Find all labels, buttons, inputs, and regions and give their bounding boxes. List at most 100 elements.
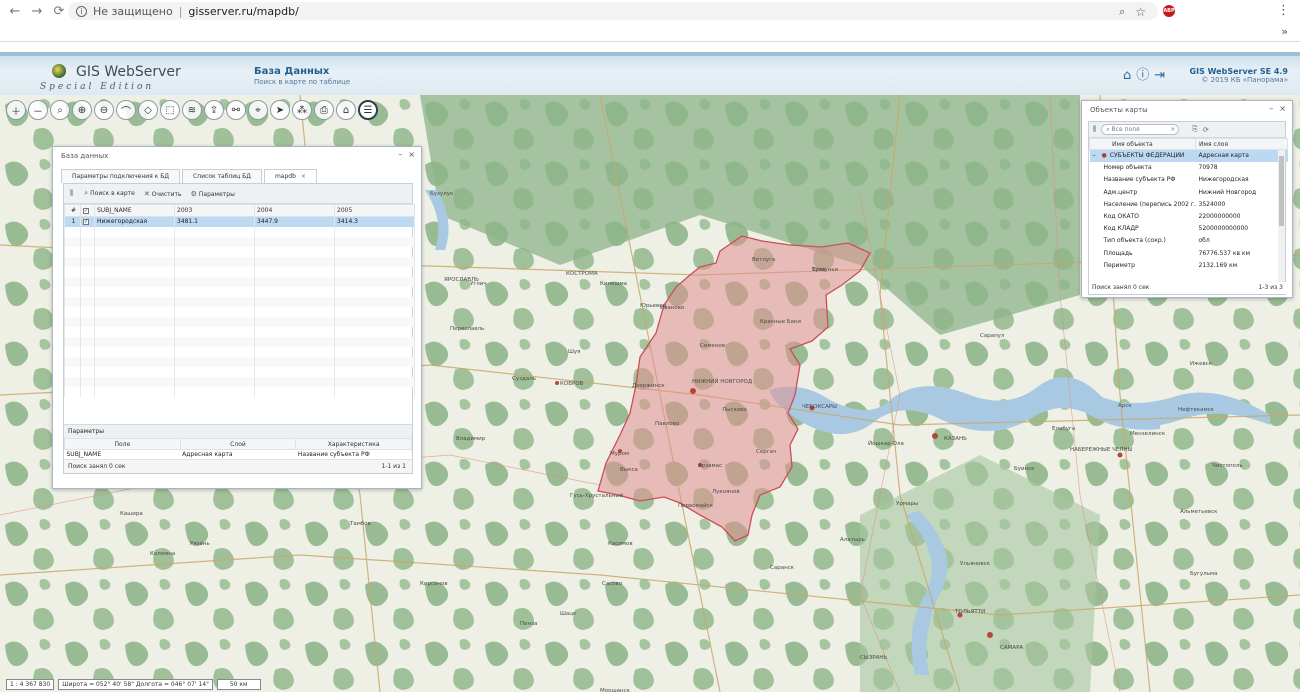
map-label: Выкса: [620, 467, 638, 473]
row-checkbox-cell[interactable]: ✓: [80, 216, 95, 227]
help-icon[interactable]: ⓘ: [1136, 69, 1149, 83]
property-row[interactable]: Номер объекта 70978: [1090, 162, 1288, 174]
send-icon[interactable]: ➤: [270, 100, 290, 120]
tab-mapdb[interactable]: mapdb ×: [263, 169, 317, 183]
section-heading: База Данных Поиск в карте по таблице: [254, 66, 350, 86]
zoom-prev-icon[interactable]: ⊖: [94, 100, 114, 120]
params-button[interactable]: ⚙ Параметры: [191, 190, 235, 198]
layers-icon[interactable]: ≋: [182, 100, 202, 120]
scale-display[interactable]: 1 : 4 367 830: [6, 678, 55, 690]
app-logo[interactable]: GIS WebServer Special Edition: [40, 62, 210, 94]
property-row[interactable]: Адм.центр Нижний Новгород: [1090, 186, 1288, 198]
home-icon[interactable]: ⌂: [1123, 69, 1131, 83]
refresh-icon[interactable]: ⟳: [1203, 126, 1209, 134]
columns-icon[interactable]: ⫼: [70, 189, 73, 198]
property-row[interactable]: Код ОКАТО 22000000000: [1090, 210, 1288, 222]
map-label: Мензелинск: [1130, 431, 1166, 437]
close-icon[interactable]: ×: [408, 150, 415, 159]
empty-row: [64, 316, 415, 327]
col-subj-name[interactable]: SUBJ_NAME: [94, 204, 175, 217]
browser-menu-icon[interactable]: ⋮: [1277, 3, 1290, 18]
col-2005[interactable]: 2005: [334, 204, 415, 217]
clear-search-icon[interactable]: ×: [1170, 125, 1175, 135]
print-icon[interactable]: ⎙: [314, 100, 334, 120]
params-col-layer[interactable]: Слой: [179, 438, 297, 450]
forward-icon[interactable]: →: [26, 4, 48, 19]
map-label: Елабуга: [1052, 426, 1075, 432]
property-row[interactable]: Код КЛАДР 5200000000000: [1090, 223, 1288, 235]
zoom-area-icon[interactable]: ⌕: [50, 100, 70, 120]
params-feature: Название субъекта РФ: [297, 451, 370, 459]
map-label: Йошкар-Ола: [868, 440, 904, 447]
objects-scrollbar[interactable]: [1278, 150, 1285, 282]
map-label: Арзамас: [698, 463, 722, 469]
col-2004[interactable]: 2004: [254, 204, 335, 217]
zoom-extent-icon[interactable]: ⊕: [72, 100, 92, 120]
map-label: Юрьевец: [640, 303, 667, 309]
col-layer-name[interactable]: Имя слоя: [1195, 138, 1288, 150]
info-icon[interactable]: i: [76, 5, 87, 17]
map-label: Суздаль: [512, 376, 536, 382]
map-legend-icon[interactable]: ⌂: [336, 100, 356, 120]
star-icon[interactable]: ☆: [1135, 5, 1146, 19]
close-icon[interactable]: ×: [1279, 104, 1286, 113]
table-row[interactable]: 1 ✓ Нижегородская 3481.1 3447.9 3414.3: [64, 216, 415, 227]
select-icon[interactable]: ⬚: [160, 100, 180, 120]
property-row[interactable]: Периметр 2132.169 км: [1090, 259, 1288, 271]
object-group-row[interactable]: – ● СУБЪЕКТЫ ФЕДЕРАЦИИ Адресная карта: [1089, 149, 1288, 162]
params-col-field[interactable]: Поле: [64, 438, 181, 450]
objects-search-input[interactable]: ⌕ Все поля ×: [1101, 124, 1180, 135]
collapse-icon[interactable]: –: [1093, 152, 1096, 159]
col-2003[interactable]: 2003: [174, 204, 255, 217]
map-label: Саранск: [770, 565, 795, 571]
params-row[interactable]: SUBJ_NAME Адресная карта Название субъек…: [65, 450, 412, 460]
objects-icon[interactable]: ⁂: [292, 100, 312, 120]
tab-table-list[interactable]: Список таблиц БД: [182, 169, 262, 183]
address-bar[interactable]: i Не защищено | gisserver.ru/mapdb/ ⌕ ☆: [68, 2, 1158, 20]
search-in-map-button[interactable]: ⌕ Поиск в карте: [84, 189, 135, 198]
measure-area-icon[interactable]: ◇: [138, 100, 158, 120]
login-icon[interactable]: ⇥: [1154, 69, 1165, 83]
property-key: Номер объекта: [1103, 164, 1152, 172]
clear-button[interactable]: ✕ Очистить: [144, 190, 182, 198]
reload-icon[interactable]: ⟳: [48, 4, 70, 19]
bookmarks-more-icon[interactable]: »: [1281, 25, 1288, 38]
database-icon[interactable]: ☰: [358, 100, 378, 120]
url-text: gisserver.ru/mapdb/: [188, 4, 299, 18]
measure-length-icon[interactable]: ⌒: [116, 100, 136, 120]
zoom-out-icon[interactable]: －: [28, 100, 48, 120]
row-checkbox[interactable]: ✓: [83, 219, 89, 226]
tab-close-icon[interactable]: ×: [301, 173, 306, 180]
map-pin-icon: ●: [1101, 152, 1107, 160]
minimize-icon[interactable]: –: [398, 150, 402, 159]
columns-icon[interactable]: ⫼: [1093, 125, 1096, 134]
zoom-in-icon[interactable]: ＋: [6, 100, 26, 120]
property-row[interactable]: Население (перепись 2002 г.) 3524000: [1090, 198, 1288, 210]
scrollbar-thumb[interactable]: [1279, 156, 1284, 226]
property-row[interactable]: Тип объекта (сокр.) обл: [1090, 235, 1288, 247]
empty-row: [64, 336, 415, 347]
location-icon[interactable]: ⌖: [248, 100, 268, 120]
export-icon[interactable]: ⇪: [204, 100, 224, 120]
map-label: Павлово: [655, 421, 680, 427]
back-icon[interactable]: ←: [4, 4, 26, 19]
tab-connection-params[interactable]: Параметры подключения к БД: [61, 169, 181, 183]
params-col-feature[interactable]: Характеристика: [295, 438, 412, 450]
map-label: КОСТРОМА: [566, 271, 598, 277]
col-object-name[interactable]: Имя объекта: [1089, 138, 1196, 150]
routes-icon[interactable]: ⚯: [226, 100, 246, 120]
map-label: Тула: [811, 267, 826, 273]
property-row[interactable]: Название субъекта РФ Нижегородская: [1090, 174, 1288, 186]
row-number: 1: [64, 216, 81, 227]
col-number[interactable]: #: [64, 204, 81, 217]
select-all-checkbox[interactable]: ✓: [83, 208, 89, 214]
col-select[interactable]: ✓: [80, 204, 95, 217]
property-row[interactable]: Площадь 76776.537 кв км: [1090, 247, 1288, 259]
map-label: Альметьевск: [1180, 509, 1218, 515]
export-icon[interactable]: ⎘: [1192, 125, 1198, 134]
logo-subtitle: Special Edition: [40, 82, 155, 92]
page-search-icon[interactable]: ⌕: [1119, 5, 1125, 19]
adblock-icon[interactable]: ABP: [1163, 5, 1175, 17]
map-label: Семенов: [700, 343, 725, 349]
minimize-icon[interactable]: –: [1269, 104, 1273, 113]
